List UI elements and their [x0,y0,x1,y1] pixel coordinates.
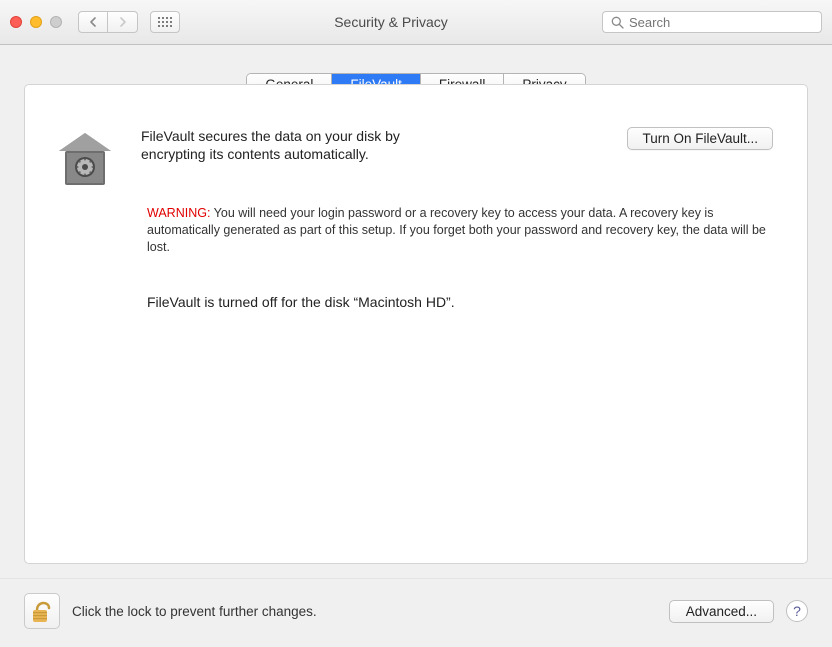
help-button[interactable]: ? [786,600,808,622]
traffic-lights [10,16,62,28]
filevault-status: FileVault is turned off for the disk “Ma… [147,294,773,310]
footer: Click the lock to prevent further change… [0,578,832,647]
minimize-window-button[interactable] [30,16,42,28]
search-icon [611,16,624,29]
show-all-button[interactable] [150,11,180,33]
unlocked-padlock-icon [30,597,54,625]
filevault-text-block: FileVault secures the data on your disk … [141,127,603,163]
grid-icon [158,17,172,27]
panel-filevault: FileVault secures the data on your disk … [24,84,808,564]
window-title: Security & Privacy [188,14,594,30]
toolbar: Security & Privacy [0,0,832,45]
turn-on-filevault-button[interactable]: Turn On FileVault... [627,127,773,150]
forward-button[interactable] [108,11,138,33]
warning-text: You will need your login password or a r… [147,206,766,254]
chevron-left-icon [89,17,98,27]
close-window-button[interactable] [10,16,22,28]
lock-hint-text: Click the lock to prevent further change… [72,604,657,619]
advanced-button[interactable]: Advanced... [669,600,774,623]
maximize-window-button [50,16,62,28]
search-field[interactable] [602,11,822,33]
filevault-header-row: FileVault secures the data on your disk … [59,127,773,191]
search-input[interactable] [629,15,813,30]
back-button[interactable] [78,11,108,33]
warning-label: WARNING: [147,206,210,220]
lock-button[interactable] [24,593,60,629]
chevron-right-icon [118,17,127,27]
filevault-warning: WARNING: You will need your login passwo… [147,205,773,256]
filevault-description: FileVault secures the data on your disk … [141,127,461,163]
filevault-icon [53,127,117,191]
nav-buttons [78,11,138,33]
content-area: General FileVault Firewall Privacy [0,45,832,564]
